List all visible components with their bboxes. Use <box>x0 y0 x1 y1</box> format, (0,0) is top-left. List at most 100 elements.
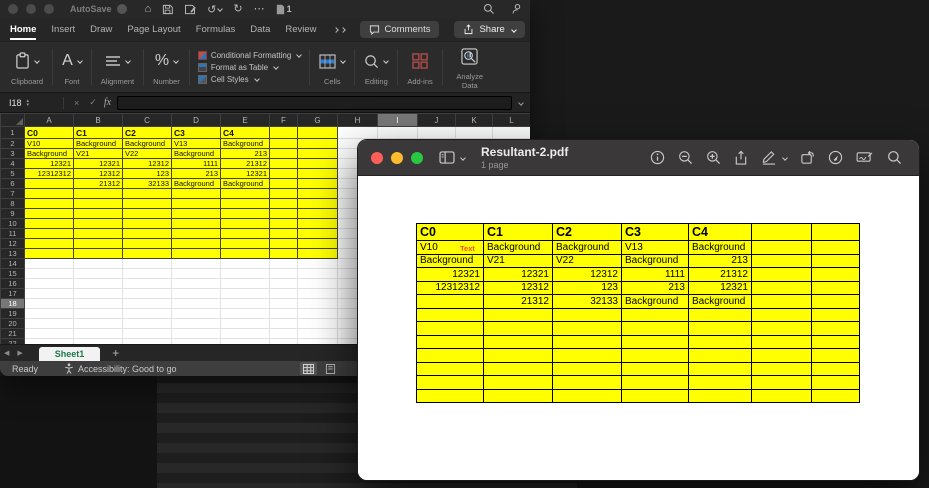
add-sheet-button[interactable]: + <box>112 346 119 360</box>
spreadsheet-cell[interactable] <box>25 309 74 319</box>
row-header-21[interactable]: 21 <box>1 329 25 339</box>
spreadsheet-cell[interactable] <box>221 249 270 259</box>
comments-button[interactable]: Comments <box>360 21 440 38</box>
column-header-E[interactable]: E <box>221 114 270 127</box>
spreadsheet-cell[interactable] <box>298 339 338 345</box>
spreadsheet-cell[interactable] <box>221 219 270 229</box>
save-icon[interactable] <box>162 4 173 15</box>
close-button[interactable] <box>371 152 383 164</box>
spreadsheet-cell[interactable] <box>270 279 298 289</box>
row-header-2[interactable]: 2 <box>1 139 25 149</box>
spreadsheet-cell[interactable] <box>25 279 74 289</box>
spreadsheet-cell[interactable]: Background <box>123 139 172 149</box>
spreadsheet-cell[interactable] <box>172 219 221 229</box>
spreadsheet-cell[interactable] <box>25 319 74 329</box>
spreadsheet-cell[interactable] <box>298 179 338 189</box>
spreadsheet-cell[interactable] <box>172 269 221 279</box>
spreadsheet-cell[interactable] <box>298 169 338 179</box>
spreadsheet-cell[interactable] <box>74 209 123 219</box>
spreadsheet-cell[interactable] <box>298 289 338 299</box>
row-header-6[interactable]: 6 <box>1 179 25 189</box>
spreadsheet-cell[interactable] <box>338 127 378 139</box>
spreadsheet-cell[interactable] <box>221 189 270 199</box>
spreadsheet-cell[interactable] <box>298 239 338 249</box>
ribbon-group-alignment[interactable]: Alignment <box>92 42 143 92</box>
row-header-18[interactable]: 18 <box>1 299 25 309</box>
column-header-L[interactable]: L <box>493 114 531 127</box>
column-header-H[interactable]: H <box>338 114 378 127</box>
row-header-15[interactable]: 15 <box>1 269 25 279</box>
spreadsheet-cell[interactable] <box>25 289 74 299</box>
accessibility-status[interactable]: Accessibility: Good to go <box>64 363 177 374</box>
spreadsheet-cell[interactable] <box>74 199 123 209</box>
spreadsheet-cell[interactable] <box>74 249 123 259</box>
row-header-8[interactable]: 8 <box>1 199 25 209</box>
next-sheet-icon[interactable]: ▶ <box>17 349 22 357</box>
spreadsheet-cell[interactable] <box>270 139 298 149</box>
ribbon-group-clipboard[interactable]: Clipboard <box>2 42 52 92</box>
spreadsheet-cell[interactable]: 123 <box>123 169 172 179</box>
spreadsheet-cell[interactable] <box>298 199 338 209</box>
spreadsheet-cell[interactable] <box>221 279 270 289</box>
spreadsheet-cell[interactable] <box>298 209 338 219</box>
spreadsheet-cell[interactable] <box>25 299 74 309</box>
tab-page-layout[interactable]: Page Layout <box>127 19 180 40</box>
spreadsheet-cell[interactable] <box>221 269 270 279</box>
spreadsheet-cell[interactable] <box>270 259 298 269</box>
spreadsheet-cell[interactable] <box>25 229 74 239</box>
info-icon[interactable] <box>650 150 665 165</box>
spreadsheet-cell[interactable] <box>172 229 221 239</box>
cancel-entry-icon[interactable]: × <box>74 98 79 108</box>
spreadsheet-cell[interactable] <box>270 239 298 249</box>
spreadsheet-cell[interactable]: 32133 <box>123 179 172 189</box>
row-header-5[interactable]: 5 <box>1 169 25 179</box>
spreadsheet-cell[interactable] <box>270 209 298 219</box>
column-header-C[interactable]: C <box>123 114 172 127</box>
zoom-in-icon[interactable] <box>706 150 721 165</box>
row-header-13[interactable]: 13 <box>1 249 25 259</box>
zoom-button[interactable] <box>44 4 54 14</box>
formula-bar-expand-icon[interactable] <box>517 101 523 105</box>
spreadsheet-cell[interactable] <box>123 229 172 239</box>
undo-button[interactable]: ↺ <box>207 0 222 18</box>
spreadsheet-cell[interactable] <box>270 319 298 329</box>
spreadsheet-cell[interactable]: 12321 <box>25 159 74 169</box>
spreadsheet-cell[interactable] <box>123 239 172 249</box>
column-header-J[interactable]: J <box>418 114 456 127</box>
spreadsheet-cell[interactable] <box>123 299 172 309</box>
spreadsheet-cell[interactable] <box>123 339 172 345</box>
spreadsheet-cell[interactable]: 12312 <box>123 159 172 169</box>
spreadsheet-cell[interactable] <box>298 149 338 159</box>
share-icon[interactable] <box>734 150 748 166</box>
spreadsheet-cell[interactable] <box>493 127 531 139</box>
spreadsheet-cell[interactable] <box>270 189 298 199</box>
spreadsheet-cell[interactable] <box>270 329 298 339</box>
spreadsheet-cell[interactable] <box>298 189 338 199</box>
spreadsheet-cell[interactable] <box>74 239 123 249</box>
spreadsheet-cell[interactable] <box>270 219 298 229</box>
spreadsheet-cell[interactable] <box>172 249 221 259</box>
row-header-4[interactable]: 4 <box>1 159 25 169</box>
more-commands-icon[interactable]: ⋯ <box>254 4 265 15</box>
format-as-table-button[interactable]: Format as Table <box>198 63 301 72</box>
spreadsheet-cell[interactable]: V21 <box>74 149 123 159</box>
row-header-1[interactable]: 1 <box>1 127 25 139</box>
spreadsheet-cell[interactable]: C0 <box>25 127 74 139</box>
column-header-K[interactable]: K <box>456 114 493 127</box>
spreadsheet-cell[interactable] <box>172 299 221 309</box>
select-all-corner[interactable] <box>1 114 25 127</box>
spreadsheet-cell[interactable] <box>25 199 74 209</box>
spreadsheet-cell[interactable] <box>74 279 123 289</box>
spreadsheet-cell[interactable] <box>74 299 123 309</box>
redo-icon[interactable]: ↻ <box>233 4 242 15</box>
spreadsheet-cell[interactable] <box>270 289 298 299</box>
spreadsheet-cell[interactable] <box>123 209 172 219</box>
spreadsheet-cell[interactable] <box>270 229 298 239</box>
spreadsheet-cell[interactable] <box>172 329 221 339</box>
row-header-20[interactable]: 20 <box>1 319 25 329</box>
spreadsheet-cell[interactable] <box>221 199 270 209</box>
spreadsheet-cell[interactable]: Background <box>221 179 270 189</box>
spreadsheet-cell[interactable] <box>298 139 338 149</box>
row-header-16[interactable]: 16 <box>1 279 25 289</box>
spreadsheet-cell[interactable] <box>25 249 74 259</box>
